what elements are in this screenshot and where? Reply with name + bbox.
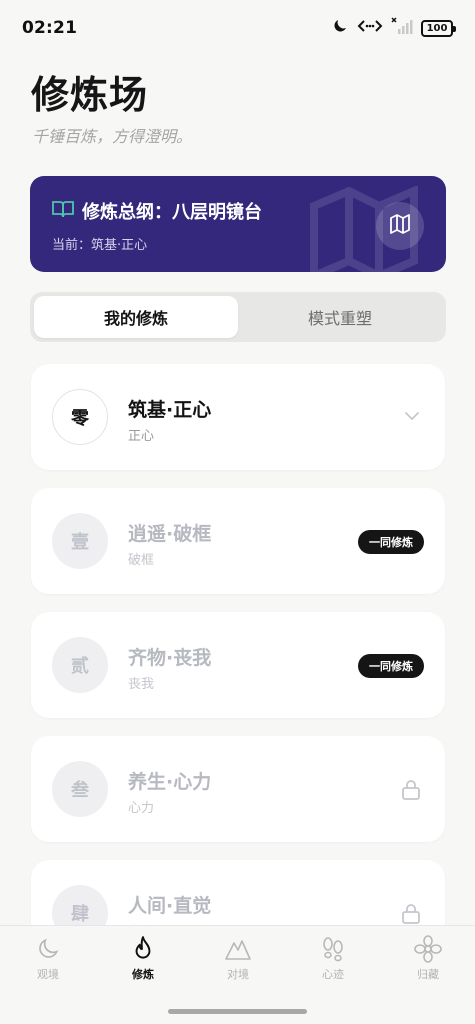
level-badge: 零 [52, 389, 108, 445]
practice-card-3[interactable]: 叁 养生·心力 心力 [31, 736, 445, 842]
outline-card[interactable]: 修炼总纲：八层明镜台 当前：筑基·正心 [30, 176, 446, 272]
level-badge: 贰 [52, 637, 108, 693]
card-subtitle: 丧我 [128, 677, 155, 692]
footprints-icon [319, 934, 347, 964]
tab-observe[interactable]: 观境 [18, 934, 78, 982]
tab-mode-reshape[interactable]: 模式重塑 [238, 296, 442, 338]
tab-my-practice[interactable]: 我的修炼 [34, 296, 238, 338]
segmented-control: 我的修炼 模式重塑 [30, 292, 446, 342]
moon-icon [35, 934, 61, 964]
tab-label: 观境 [37, 968, 59, 981]
lock-icon [401, 779, 421, 805]
outline-title-row: 修炼总纲：八层明镜台 [52, 198, 262, 224]
practice-card-1[interactable]: 壹 逍遥·破框 破框 一同修炼 [31, 488, 445, 594]
card-title: 筑基·正心 [128, 399, 212, 421]
card-title: 养生·心力 [128, 771, 212, 793]
card-subtitle: 破框 [128, 553, 155, 568]
battery-icon: 100 [421, 19, 456, 37]
dataflow-icon [357, 17, 383, 39]
status-bar: 02:21 100 [0, 0, 475, 56]
outline-current: 当前：筑基·正心 [52, 238, 148, 253]
level-badge: 叁 [52, 761, 108, 817]
map-button[interactable] [376, 202, 424, 250]
book-icon [52, 200, 74, 222]
home-indicator[interactable] [168, 1009, 307, 1014]
level-badge: 壹 [52, 513, 108, 569]
co-practice-badge: 一同修炼 [358, 530, 424, 554]
tab-label: 修炼 [132, 968, 154, 981]
page-subtitle: 千锤百炼，方得澄明。 [32, 127, 193, 146]
flame-icon [130, 934, 156, 964]
status-icons: 100 [331, 17, 456, 39]
tab-traces[interactable]: 心迹 [303, 934, 363, 982]
practice-card-0[interactable]: 零 筑基·正心 正心 [31, 364, 445, 470]
tab-collection[interactable]: 归藏 [398, 934, 458, 982]
map-icon [388, 212, 412, 240]
moon-icon [331, 17, 349, 39]
chevron-down-icon[interactable] [403, 407, 421, 429]
tab-label: 心迹 [322, 968, 344, 981]
co-practice-badge: 一同修炼 [358, 654, 424, 678]
practice-card-2[interactable]: 贰 齐物·丧我 丧我 一同修炼 [31, 612, 445, 718]
card-title: 逍遥·破框 [128, 523, 212, 545]
flower-icon [414, 934, 442, 964]
tab-confront[interactable]: 对境 [208, 934, 268, 982]
tab-label: 归藏 [417, 968, 439, 981]
page-title: 修炼场 [31, 73, 149, 117]
card-title: 人间·直觉 [128, 895, 212, 917]
outline-title: 修炼总纲：八层明镜台 [82, 202, 262, 223]
tab-practice[interactable]: 修炼 [113, 934, 173, 982]
status-time: 02:21 [22, 18, 78, 38]
tab-label: 对境 [227, 968, 249, 981]
card-subtitle: 正心 [128, 429, 155, 444]
card-subtitle: 心力 [128, 801, 155, 816]
card-title: 齐物·丧我 [128, 647, 212, 669]
mountain-icon [224, 934, 252, 964]
signal-icon [391, 17, 413, 39]
